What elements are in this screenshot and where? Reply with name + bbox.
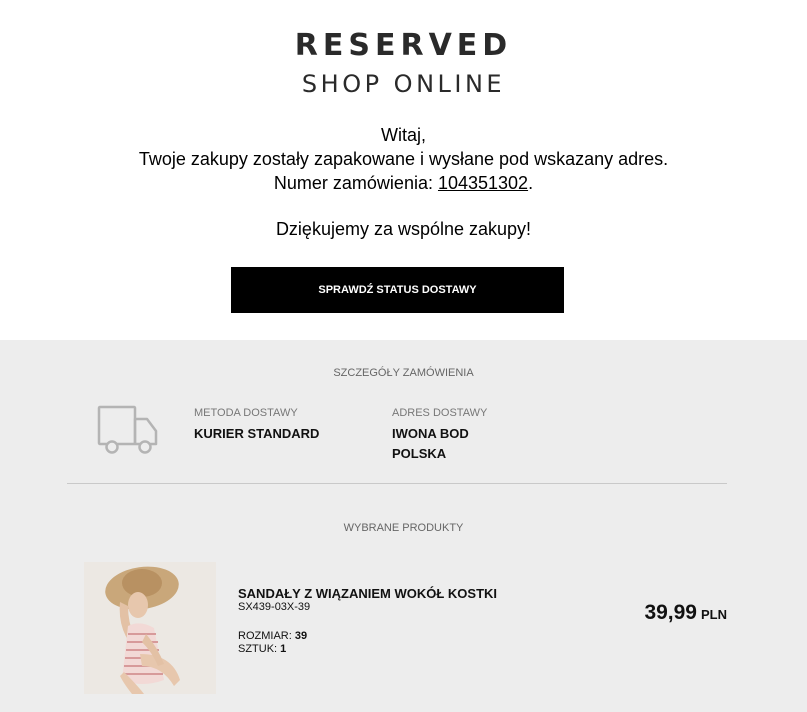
product-size-label: ROZMIAR: xyxy=(238,630,295,642)
order-number-label: Numer zamówienia: xyxy=(273,173,438,193)
header-section: RESERVED SHOP ONLINE Witaj, Twoje zakupy… xyxy=(0,0,807,340)
delivery-method-label: METODA DOSTAWY xyxy=(194,407,298,419)
product-quantity-value: 1 xyxy=(280,643,287,655)
product-size: ROZMIAR: 39 xyxy=(238,630,307,642)
greeting-text: Witaj, xyxy=(381,125,426,145)
order-details-title: SZCZEGÓŁY ZAMÓWIENIA xyxy=(333,367,474,379)
product-quantity-label: SZTUK: xyxy=(238,643,281,655)
logo-subtitle: SHOP ONLINE xyxy=(301,70,506,98)
product-size-value: 39 xyxy=(294,630,308,642)
delivery-address-country: POLSKA xyxy=(392,446,447,461)
delivery-method-value: KURIER STANDARD xyxy=(194,426,320,441)
product-quantity: SZTUK: 1 xyxy=(238,643,286,655)
check-delivery-status-button[interactable]: SPRAWDŹ STATUS DOSTAWY xyxy=(231,267,564,313)
product-price: 39,99 PLN xyxy=(644,601,727,625)
selected-products-title: WYBRANE PRODUKTY xyxy=(343,522,464,534)
product-price-value: 39,99 xyxy=(644,601,697,624)
order-number-link[interactable]: 104351302 xyxy=(438,173,528,193)
section-divider xyxy=(67,483,727,484)
order-number-line: Numer zamówienia: 104351302. xyxy=(0,171,807,195)
product-name[interactable]: SANDAŁY Z WIĄZANIEM WOKÓŁ KOSTKI xyxy=(238,586,497,601)
truck-icon xyxy=(97,405,159,460)
delivery-address-name: IWONA BOD xyxy=(392,426,469,441)
message-block: Witaj, Twoje zakupy zostały zapakowane i… xyxy=(0,123,807,195)
delivery-address-label: ADRES DOSTAWY xyxy=(392,407,488,419)
logo-brand: RESERVED xyxy=(294,28,513,63)
message-body: Twoje zakupy zostały zapakowane i wysłan… xyxy=(138,149,669,169)
thanks-text: Dziękujemy za wspólne zakupy! xyxy=(275,219,532,239)
product-price-currency: PLN xyxy=(701,607,727,622)
product-image[interactable] xyxy=(84,562,216,694)
order-number-suffix: . xyxy=(528,173,534,193)
product-code: SX439-03X-39 xyxy=(238,601,311,613)
brand-logo[interactable]: RESERVED SHOP ONLINE xyxy=(0,28,807,99)
